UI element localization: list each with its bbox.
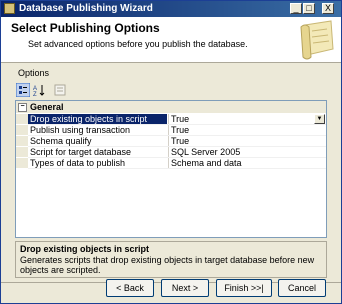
svg-text:Z: Z [33,92,37,97]
maximize-button[interactable]: □ [303,3,315,14]
back-button[interactable]: < Back [106,279,154,297]
scroll-icon [300,20,334,60]
dropdown-arrow-icon[interactable]: ▼ [314,114,325,124]
options-label: Options [18,68,50,78]
finish-button[interactable]: Finish >>| [216,279,272,297]
collapse-icon[interactable]: − [18,103,27,112]
close-button[interactable]: X [322,3,334,14]
description-text: Generates scripts that drop existing obj… [20,255,315,275]
category-general[interactable]: − General [16,101,326,113]
property-value[interactable]: True [169,136,326,146]
property-value[interactable]: SQL Server 2005 [169,147,326,157]
cancel-button[interactable]: Cancel [278,279,326,297]
row-gutter [16,158,28,168]
property-row-target-database[interactable]: Script for target database SQL Server 20… [16,147,326,158]
property-value[interactable]: Schema and data [169,158,326,168]
alphabetical-icon[interactable]: A Z [32,83,46,97]
window-title: Database Publishing Wizard [19,3,153,14]
row-gutter [16,125,28,135]
row-gutter [16,147,28,157]
row-gutter [16,136,28,146]
description-panel: Drop existing objects in script Generate… [15,241,327,278]
row-line [28,168,326,169]
wizard-window: Database Publishing Wizard _ □ X Select … [0,0,342,304]
categorized-icon[interactable] [16,83,30,97]
property-name[interactable]: Types of data to publish [28,158,167,168]
property-row-schema-qualify[interactable]: Schema qualify True [16,136,326,147]
property-row-drop-existing[interactable]: Drop existing objects in script True ▼ [16,114,326,125]
property-name[interactable]: Schema qualify [28,136,167,146]
description-title: Drop existing objects in script [20,244,150,254]
next-button[interactable]: Next > [161,279,209,297]
app-icon [4,3,15,14]
property-row-publish-transaction[interactable]: Publish using transaction True [16,125,326,136]
wizard-header: Select Publishing Options Set advanced o… [1,17,341,63]
title-bar[interactable]: Database Publishing Wizard _ □ X [1,1,341,17]
property-value[interactable]: True [169,125,326,135]
page-subtitle: Set advanced options before you publish … [28,39,248,49]
property-row-data-types[interactable]: Types of data to publish Schema and data [16,158,326,169]
property-value[interactable]: True [169,114,326,124]
property-name[interactable]: Script for target database [28,147,167,157]
property-name[interactable]: Drop existing objects in script [28,114,167,124]
category-label: General [30,102,64,112]
property-pages-icon[interactable] [53,83,67,97]
minimize-button[interactable]: _ [290,3,302,14]
row-gutter [16,114,28,124]
page-title: Select Publishing Options [11,21,160,35]
property-grid: − General Drop existing objects in scrip… [15,100,327,238]
property-name[interactable]: Publish using transaction [28,125,167,135]
